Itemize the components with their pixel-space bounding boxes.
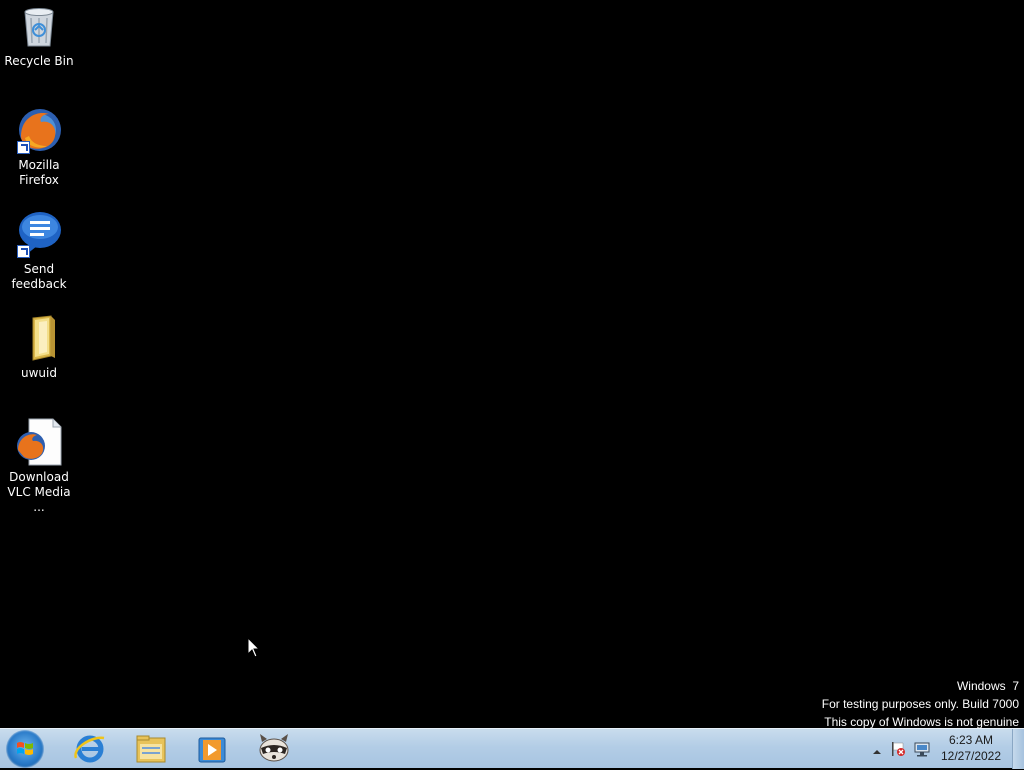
desktop-icon-download-vlc[interactable]: Download VLC Media ... — [0, 418, 78, 515]
clock-date: 12/27/2022 — [940, 749, 1002, 763]
shortcut-arrow-icon — [17, 141, 30, 154]
taskbar-clock[interactable]: 6:23 AM 12/27/2022 — [938, 732, 1004, 764]
system-tray: 6:23 AM 12/27/2022 — [864, 729, 1024, 769]
shortcut-arrow-icon — [17, 245, 30, 258]
desktop-icon-firefox[interactable]: Mozilla Firefox — [0, 106, 78, 188]
taskbar-raccoon-app[interactable] — [254, 732, 294, 766]
desktop-icon-label: Recycle Bin — [4, 54, 74, 68]
start-button[interactable] — [6, 730, 44, 768]
mouse-cursor-icon — [247, 636, 261, 663]
desktop-icon-label: Mozilla Firefox — [18, 158, 60, 187]
folder-icon — [15, 314, 63, 362]
recycle-bin-icon — [15, 2, 63, 50]
taskbar: 6:23 AM 12/27/2022 — [0, 728, 1024, 769]
feedback-icon — [15, 210, 63, 258]
internet-explorer-icon — [74, 735, 105, 763]
taskbar-internet-explorer[interactable] — [70, 732, 110, 766]
windows-start-icon — [17, 742, 33, 755]
firefox-icon — [15, 106, 63, 154]
desktop: Recycle Bin Mozilla Firefox Send feedbac… — [0, 0, 1024, 731]
raccoon-icon — [259, 734, 289, 762]
desktop-icon-label: Send feedback — [11, 262, 67, 291]
firefox-document-icon — [15, 418, 63, 466]
action-center-flag-icon[interactable] — [890, 741, 906, 761]
taskbar-media-player[interactable] — [192, 732, 232, 766]
network-icon[interactable] — [914, 741, 930, 761]
show-desktop-button[interactable] — [1012, 729, 1024, 769]
media-player-icon — [198, 737, 226, 763]
taskbar-file-explorer[interactable] — [131, 732, 171, 766]
desktop-icon-uwuid-folder[interactable]: uwuid — [0, 314, 78, 381]
file-explorer-icon — [136, 735, 166, 763]
desktop-icon-send-feedback[interactable]: Send feedback — [0, 210, 78, 292]
watermark-line-1: Windows 7 — [956, 679, 1019, 693]
desktop-icon-recycle-bin[interactable]: Recycle Bin — [0, 2, 78, 69]
desktop-icon-label: Download VLC Media ... — [7, 470, 71, 514]
desktop-icon-label: uwuid — [21, 366, 57, 380]
show-hidden-icons-icon[interactable] — [872, 742, 882, 761]
windows-watermark: Windows 7 For testing purposes only. Bui… — [822, 677, 1019, 731]
clock-time: 6:23 AM — [948, 733, 994, 747]
watermark-line-2: For testing purposes only. Build 7000 — [821, 697, 1019, 711]
